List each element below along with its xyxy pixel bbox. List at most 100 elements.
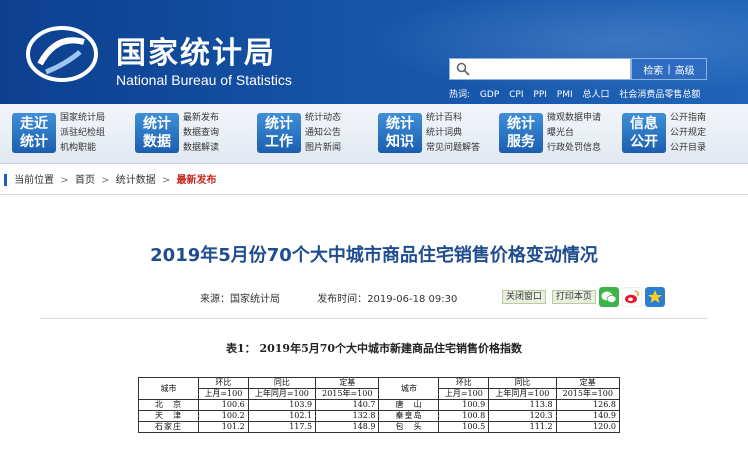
wechat-share-icon[interactable] bbox=[599, 287, 619, 307]
nav-link[interactable]: 公开目录 bbox=[670, 141, 706, 156]
nav-link[interactable]: 公开指南 bbox=[670, 111, 706, 126]
hot-word-link[interactable]: 总人口 bbox=[583, 90, 610, 100]
yoy-cell: 117.5 bbox=[247, 421, 317, 433]
nav-link[interactable]: 曝光台 bbox=[547, 126, 601, 141]
nav-link[interactable]: 数据查询 bbox=[183, 126, 219, 141]
table-row: 北 京 100.6 103.9 140.7 唐 山 100.9 113.8 12… bbox=[138, 399, 621, 411]
nav-link[interactable]: 数据解读 bbox=[183, 141, 219, 156]
fixed-cell: 132.8 bbox=[315, 410, 380, 422]
city-cell: 北 京 bbox=[138, 399, 199, 411]
publish-time-label: 发布时间： bbox=[317, 294, 368, 305]
nav-badge-work[interactable]: 统计工作 bbox=[257, 113, 301, 153]
breadcrumb-link-data[interactable]: 统计数据 bbox=[116, 175, 156, 186]
col-sub-fixed: 2015年=100 bbox=[315, 388, 380, 400]
breadcrumb-marker bbox=[4, 174, 7, 186]
col-header-yoy: 同比 bbox=[247, 377, 317, 389]
nav-link[interactable]: 派驻纪检组 bbox=[60, 126, 105, 141]
mom-cell: 100.8 bbox=[438, 410, 490, 422]
city-cell: 天 津 bbox=[138, 410, 199, 422]
print-page-button[interactable]: 打印本页 bbox=[551, 290, 596, 304]
col-sub-fixed: 2015年=100 bbox=[555, 388, 621, 400]
search-buttons: 检索 | 高级 bbox=[631, 58, 707, 80]
advanced-search-button[interactable]: 高级 bbox=[675, 62, 695, 77]
nav-link[interactable]: 统计动态 bbox=[305, 111, 341, 126]
col-header-mom: 环比 bbox=[438, 377, 490, 389]
nav-links-data: 最新发布 数据查询 数据解读 bbox=[183, 111, 219, 156]
search-icon bbox=[456, 62, 470, 76]
weibo-share-icon[interactable] bbox=[622, 287, 642, 307]
breadcrumb: 当前位置 > 首页 > 统计数据 > 最新发布 bbox=[0, 173, 748, 195]
nav-badge-knowledge[interactable]: 统计知识 bbox=[378, 113, 422, 153]
site-name-cn[interactable]: 国家统计局 bbox=[116, 28, 276, 72]
col-header-fixed: 定基 bbox=[555, 377, 621, 389]
hot-word-link[interactable]: GDP bbox=[480, 90, 499, 100]
article-actions: 关闭窗口 打印本页 bbox=[502, 289, 599, 304]
main-nav: 走近统计 国家统计局 派驻纪检组 机构职能 统计数据 最新发布 数据查询 数据解… bbox=[0, 104, 748, 164]
article-title: 2019年5月份70个大中城市商品住宅销售价格变动情况 bbox=[150, 245, 598, 266]
breadcrumb-separator: > bbox=[60, 175, 69, 186]
col-header-city: 城市 bbox=[138, 377, 199, 400]
nav-badge-data[interactable]: 统计数据 bbox=[135, 113, 179, 153]
col-header-mom: 环比 bbox=[198, 377, 249, 389]
nav-link[interactable]: 机构职能 bbox=[60, 141, 105, 156]
close-window-button[interactable]: 关闭窗口 bbox=[502, 290, 547, 304]
site-name-en[interactable]: National Bureau of Statistics bbox=[116, 72, 292, 88]
price-index-table: 城市 环比 同比 定基 城市 环比 同比 定基 上月=100 上年同月=100 … bbox=[138, 377, 621, 433]
hot-word-link[interactable]: PMI bbox=[557, 90, 573, 100]
nav-links-about: 国家统计局 派驻纪检组 机构职能 bbox=[60, 111, 105, 156]
city-cell: 包 头 bbox=[378, 421, 440, 433]
publish-time-value: 2019-06-18 09:30 bbox=[367, 294, 458, 305]
nav-link[interactable]: 最新发布 bbox=[183, 111, 219, 126]
yoy-cell: 113.8 bbox=[488, 399, 557, 411]
hot-word-link[interactable]: PPI bbox=[533, 90, 547, 100]
city-cell: 唐 山 bbox=[378, 399, 440, 411]
col-sub-yoy: 上年同月=100 bbox=[247, 388, 317, 400]
nav-link[interactable]: 行政处罚信息 bbox=[547, 141, 601, 156]
article-meta: 来源：国家统计局 发布时间：2019-06-18 09:30 bbox=[200, 290, 457, 305]
favorite-star-icon[interactable] bbox=[645, 287, 665, 307]
search-button[interactable]: 检索 bbox=[643, 62, 663, 77]
breadcrumb-label: 当前位置 bbox=[14, 175, 55, 186]
table-row: 天 津 100.2 102.1 132.8 秦皇岛 100.8 120.3 14… bbox=[138, 410, 621, 422]
table-header-row: 城市 环比 同比 定基 城市 环比 同比 定基 bbox=[138, 377, 621, 400]
search-input[interactable] bbox=[449, 58, 631, 80]
mom-cell: 100.5 bbox=[438, 421, 490, 433]
nbs-logo-icon[interactable] bbox=[26, 24, 98, 84]
yoy-cell: 102.1 bbox=[247, 410, 317, 422]
nav-badge-disclosure[interactable]: 信息公开 bbox=[622, 113, 666, 153]
city-cell: 石家庄 bbox=[138, 421, 199, 433]
site-header: 国家统计局 National Bureau of Statistics 检索 |… bbox=[0, 0, 748, 104]
breadcrumb-separator: > bbox=[101, 175, 110, 186]
nav-links-knowledge: 统计百科 统计词典 常见问题解答 bbox=[426, 111, 480, 156]
table-row: 石家庄 101.2 117.5 148.9 包 头 100.5 111.2 12… bbox=[138, 421, 621, 433]
nav-link[interactable]: 图片新闻 bbox=[305, 141, 341, 156]
hot-word-link[interactable]: CPI bbox=[509, 90, 523, 100]
yoy-cell: 111.2 bbox=[488, 421, 557, 433]
col-header-yoy: 同比 bbox=[488, 377, 557, 389]
nav-link[interactable]: 微观数据申请 bbox=[547, 111, 601, 126]
divider bbox=[40, 318, 708, 319]
nav-badge-about[interactable]: 走近统计 bbox=[12, 113, 56, 153]
mom-cell: 100.2 bbox=[198, 410, 249, 422]
fixed-cell: 140.7 bbox=[315, 399, 380, 411]
source-value: 国家统计局 bbox=[230, 294, 280, 305]
hot-word-link[interactable]: 社会消费品零售总额 bbox=[619, 90, 700, 100]
nav-link[interactable]: 统计词典 bbox=[426, 126, 480, 141]
nav-link[interactable]: 常见问题解答 bbox=[426, 141, 480, 156]
mom-cell: 101.2 bbox=[198, 421, 249, 433]
nav-link[interactable]: 公开规定 bbox=[670, 126, 706, 141]
col-sub-yoy: 上年同月=100 bbox=[488, 388, 557, 400]
yoy-cell: 103.9 bbox=[247, 399, 317, 411]
nav-badge-service[interactable]: 统计服务 bbox=[499, 113, 543, 153]
breadcrumb-current[interactable]: 最新发布 bbox=[176, 175, 216, 186]
fixed-cell: 148.9 bbox=[315, 421, 380, 433]
nav-link[interactable]: 国家统计局 bbox=[60, 111, 105, 126]
hot-words-label: 热词: bbox=[449, 90, 471, 100]
hot-words: 热词: GDP CPI PPI PMI 总人口 社会消费品零售总额 bbox=[449, 87, 707, 100]
col-sub-mom: 上月=100 bbox=[198, 388, 249, 400]
yoy-cell: 120.3 bbox=[488, 410, 557, 422]
breadcrumb-link-home[interactable]: 首页 bbox=[75, 175, 95, 186]
nav-link[interactable]: 通知公告 bbox=[305, 126, 341, 141]
col-sub-mom: 上月=100 bbox=[438, 388, 490, 400]
nav-link[interactable]: 统计百科 bbox=[426, 111, 480, 126]
